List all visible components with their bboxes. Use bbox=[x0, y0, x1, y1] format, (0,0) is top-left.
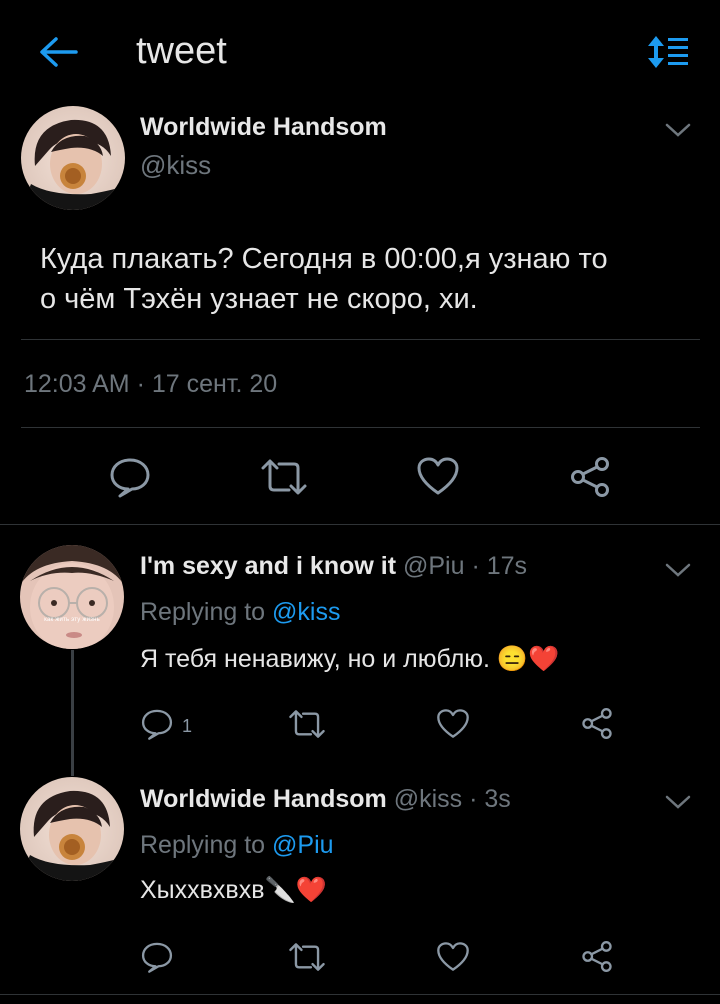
divider bbox=[21, 339, 700, 340]
share-button[interactable] bbox=[568, 456, 612, 498]
avatar-caption: как жить эту жизнь bbox=[44, 617, 100, 623]
arrow-left-icon bbox=[40, 37, 78, 67]
sort-list-icon bbox=[648, 36, 688, 68]
chevron-down-icon bbox=[665, 123, 691, 137]
display-name[interactable]: I'm sexy and i know it bbox=[140, 552, 396, 580]
reply-count: 1 bbox=[182, 716, 193, 736]
reply-header: I'm sexy and i know it @Piu · 17s bbox=[140, 552, 527, 581]
reply-button[interactable] bbox=[140, 940, 174, 974]
comment-icon bbox=[141, 709, 173, 740]
replying-to-handle[interactable]: @Piu bbox=[272, 831, 334, 859]
display-name[interactable]: Worldwide Handsom bbox=[140, 113, 387, 142]
avatar-photo bbox=[20, 777, 124, 881]
handle[interactable]: @kiss bbox=[140, 150, 211, 181]
divider bbox=[0, 524, 720, 525]
avatar-photo bbox=[20, 545, 124, 649]
chevron-down-icon bbox=[665, 563, 691, 577]
page-title: tweet bbox=[136, 30, 227, 72]
handle-time[interactable]: @kiss · 3s bbox=[394, 785, 511, 813]
retweet-button[interactable] bbox=[287, 709, 327, 739]
thread-line bbox=[71, 650, 74, 776]
avatar[interactable]: как жить эту жизнь bbox=[20, 545, 124, 649]
tweet-text-line-2: о чём Тэхён узнает не скоро, хи. bbox=[40, 283, 478, 315]
timestamp: 12:03 AM · 17 сент. 20 bbox=[24, 370, 278, 398]
tweet-text-line-1: Куда плакать? Сегодня в 00:00,я узнаю то bbox=[40, 243, 608, 275]
reply-text: Хыххвхвхв🔪❤️ bbox=[140, 876, 327, 904]
avatar[interactable] bbox=[20, 777, 124, 881]
replying-to: Replying to @kiss bbox=[140, 598, 340, 627]
retweet-button[interactable] bbox=[287, 942, 327, 972]
share-icon bbox=[571, 457, 609, 497]
share-button[interactable] bbox=[580, 707, 614, 740]
replying-to-label: Replying to bbox=[140, 598, 273, 626]
share-icon bbox=[582, 708, 612, 739]
comment-icon bbox=[141, 942, 173, 973]
heart-icon bbox=[437, 942, 469, 971]
retweet-button[interactable] bbox=[259, 458, 309, 496]
retweet-icon bbox=[289, 710, 325, 738]
avatar-photo bbox=[21, 106, 125, 210]
sort-button[interactable] bbox=[646, 34, 690, 70]
like-button[interactable] bbox=[416, 456, 460, 496]
retweet-icon bbox=[289, 943, 325, 971]
avatar[interactable] bbox=[21, 106, 125, 210]
back-button[interactable] bbox=[36, 34, 80, 70]
replying-to: Replying to @Piu bbox=[140, 831, 334, 860]
share-button[interactable] bbox=[580, 940, 614, 973]
divider bbox=[21, 427, 700, 428]
share-icon bbox=[582, 941, 612, 972]
reply-header: Worldwide Handsom @kiss · 3s bbox=[140, 785, 511, 814]
reply-text: Я тебя ненавижу, но и люблю. 😑❤️ bbox=[140, 645, 560, 673]
divider bbox=[0, 994, 720, 995]
more-options-button[interactable] bbox=[663, 560, 693, 580]
chevron-down-icon bbox=[665, 795, 691, 809]
replying-to-handle[interactable]: @kiss bbox=[272, 598, 340, 626]
heart-icon bbox=[437, 709, 469, 738]
retweet-icon bbox=[261, 459, 307, 495]
display-name[interactable]: Worldwide Handsom bbox=[140, 785, 387, 813]
heart-icon bbox=[417, 457, 459, 495]
reply-button[interactable] bbox=[108, 456, 152, 498]
like-button[interactable] bbox=[436, 941, 470, 972]
comment-icon bbox=[110, 458, 150, 498]
more-options-button[interactable] bbox=[663, 792, 693, 812]
handle-time[interactable]: @Piu · 17s bbox=[403, 552, 527, 580]
reply-button[interactable]: 1 bbox=[140, 707, 200, 743]
like-button[interactable] bbox=[436, 708, 470, 739]
replying-to-label: Replying to bbox=[140, 831, 273, 859]
more-options-button[interactable] bbox=[663, 120, 693, 140]
